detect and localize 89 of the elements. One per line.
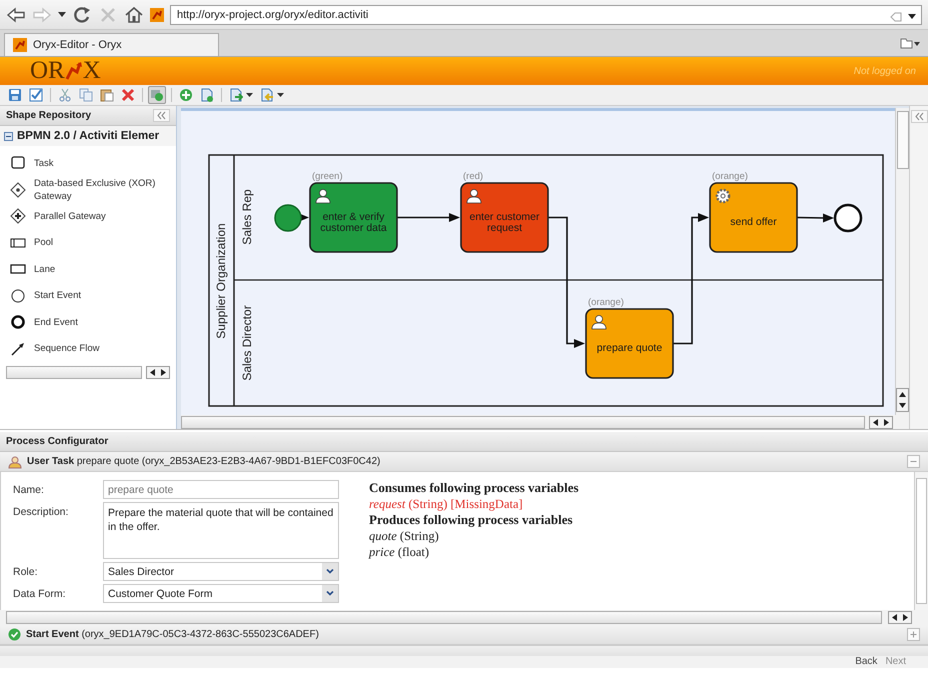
logo-text: OR	[30, 57, 65, 85]
task-label: send offer	[730, 217, 777, 228]
scrollbar[interactable]	[6, 611, 882, 624]
panel-title: Shape Repository	[6, 110, 92, 121]
favicon-icon	[13, 38, 27, 52]
variable-entry: quote (String)	[369, 528, 440, 544]
caret-icon[interactable]	[58, 12, 66, 18]
home-icon[interactable]	[124, 4, 144, 24]
address-field[interactable]: http://oryx-project.org/oryx/editor.activiti	[170, 4, 922, 24]
task-annotation: (green)	[312, 171, 343, 182]
favicon-icon	[150, 8, 164, 22]
circle-icon	[10, 288, 26, 304]
collapse-button[interactable]	[907, 455, 920, 468]
pool-label: Supplier Organization	[214, 223, 228, 339]
shape-label[interactable]: Task	[34, 156, 54, 170]
person-icon	[466, 189, 482, 204]
shape-label[interactable]: Lane	[34, 262, 56, 276]
shape-label[interactable]: Sequence Flow	[34, 342, 100, 356]
sequence-flow-arrow	[397, 213, 460, 222]
scroll-right-button[interactable]	[158, 367, 169, 378]
dropdown[interactable]: Sales Director	[103, 562, 339, 582]
arrow-icon	[10, 340, 26, 357]
caret-icon[interactable]	[277, 92, 284, 98]
logo-text: X	[82, 57, 101, 85]
scrollbar-thumb[interactable]	[916, 478, 927, 604]
task-label: enter customer request	[468, 212, 541, 234]
scrollbar[interactable]	[181, 416, 865, 428]
chevron-down-icon[interactable]	[326, 591, 334, 596]
diamond-icon	[10, 182, 26, 198]
shape-label[interactable]: Start Event	[34, 289, 81, 302]
thick-circle-icon	[10, 314, 26, 330]
export-icon[interactable]	[229, 88, 243, 102]
person-icon	[316, 189, 330, 204]
field-label: Data Form:	[13, 587, 67, 602]
variables-heading: Produces following process variables	[369, 512, 574, 528]
scroll-right-button[interactable]	[900, 612, 911, 624]
caret-icon[interactable]	[246, 92, 253, 98]
back-button[interactable]: Back	[855, 656, 878, 667]
task-annotation: (red)	[463, 171, 484, 182]
person-icon	[8, 454, 22, 469]
description-field[interactable]: Prepare the material quote that will be contained in the offer.	[103, 502, 339, 560]
chevron-down-icon[interactable]	[326, 569, 334, 574]
shape-label[interactable]: Parallel Gateway	[34, 210, 106, 223]
browser-tab[interactable]: Oryx-Editor - Oryx	[4, 33, 219, 56]
task-annotation: (orange)	[588, 297, 624, 308]
lane-label: Sales Director	[240, 305, 254, 381]
import-icon[interactable]	[260, 88, 274, 102]
end-event	[834, 204, 862, 232]
field-label: Name:	[13, 483, 45, 498]
name-field[interactable]: prepare quote	[103, 480, 339, 500]
start-event	[274, 204, 302, 232]
task-label: prepare quote	[596, 343, 662, 354]
dropdown-value: Customer Quote Form	[108, 588, 212, 600]
caret-icon[interactable]	[908, 14, 916, 20]
lane-label: Sales Rep	[240, 189, 254, 245]
check-circle-icon	[8, 628, 21, 642]
task-label: enter & verify customer data	[319, 212, 388, 234]
variable-entry: price (float)	[369, 544, 430, 560]
logo-icon	[64, 61, 83, 81]
dropdown[interactable]: Customer Quote Form	[103, 584, 339, 604]
task-annotation: (orange)	[712, 171, 748, 182]
scroll-left-button[interactable]	[870, 416, 881, 428]
rounded-square-icon	[10, 155, 26, 172]
panel-title: Process Configurator	[6, 436, 108, 448]
tab-list-icon[interactable]	[900, 37, 920, 49]
dropdown-value: Sales Director	[108, 566, 174, 578]
scroll-up-button[interactable]	[897, 389, 908, 400]
scroll-left-button[interactable]	[147, 367, 158, 378]
collapse-icon[interactable]	[4, 132, 13, 140]
expand-button[interactable]	[907, 628, 920, 642]
gear-icon	[716, 188, 730, 204]
scrollbar[interactable]	[6, 366, 142, 379]
tag-icon[interactable]	[890, 12, 902, 22]
sequence-flow-arrow	[796, 214, 834, 222]
scroll-left-button[interactable]	[889, 612, 900, 624]
variables-heading: Consumes following process variables	[369, 480, 579, 496]
login-status: Not logged on	[854, 66, 916, 76]
shape-label[interactable]: Data-based Exclusive (XOR) Gateway	[34, 176, 174, 203]
reload-icon[interactable]	[72, 4, 92, 24]
variable-entry: request (String) [MissingData]	[369, 496, 524, 512]
field-label: Description:	[13, 505, 70, 520]
person-icon	[592, 315, 606, 330]
shape-label[interactable]: End Event	[34, 316, 78, 329]
scroll-down-button[interactable]	[897, 400, 908, 411]
scrollbar-thumb[interactable]	[896, 111, 908, 169]
scroll-right-button[interactable]	[881, 416, 892, 428]
shape-label[interactable]: Pool	[34, 236, 54, 250]
field-label: Role:	[13, 565, 39, 580]
diamond-plus-icon	[10, 208, 26, 224]
